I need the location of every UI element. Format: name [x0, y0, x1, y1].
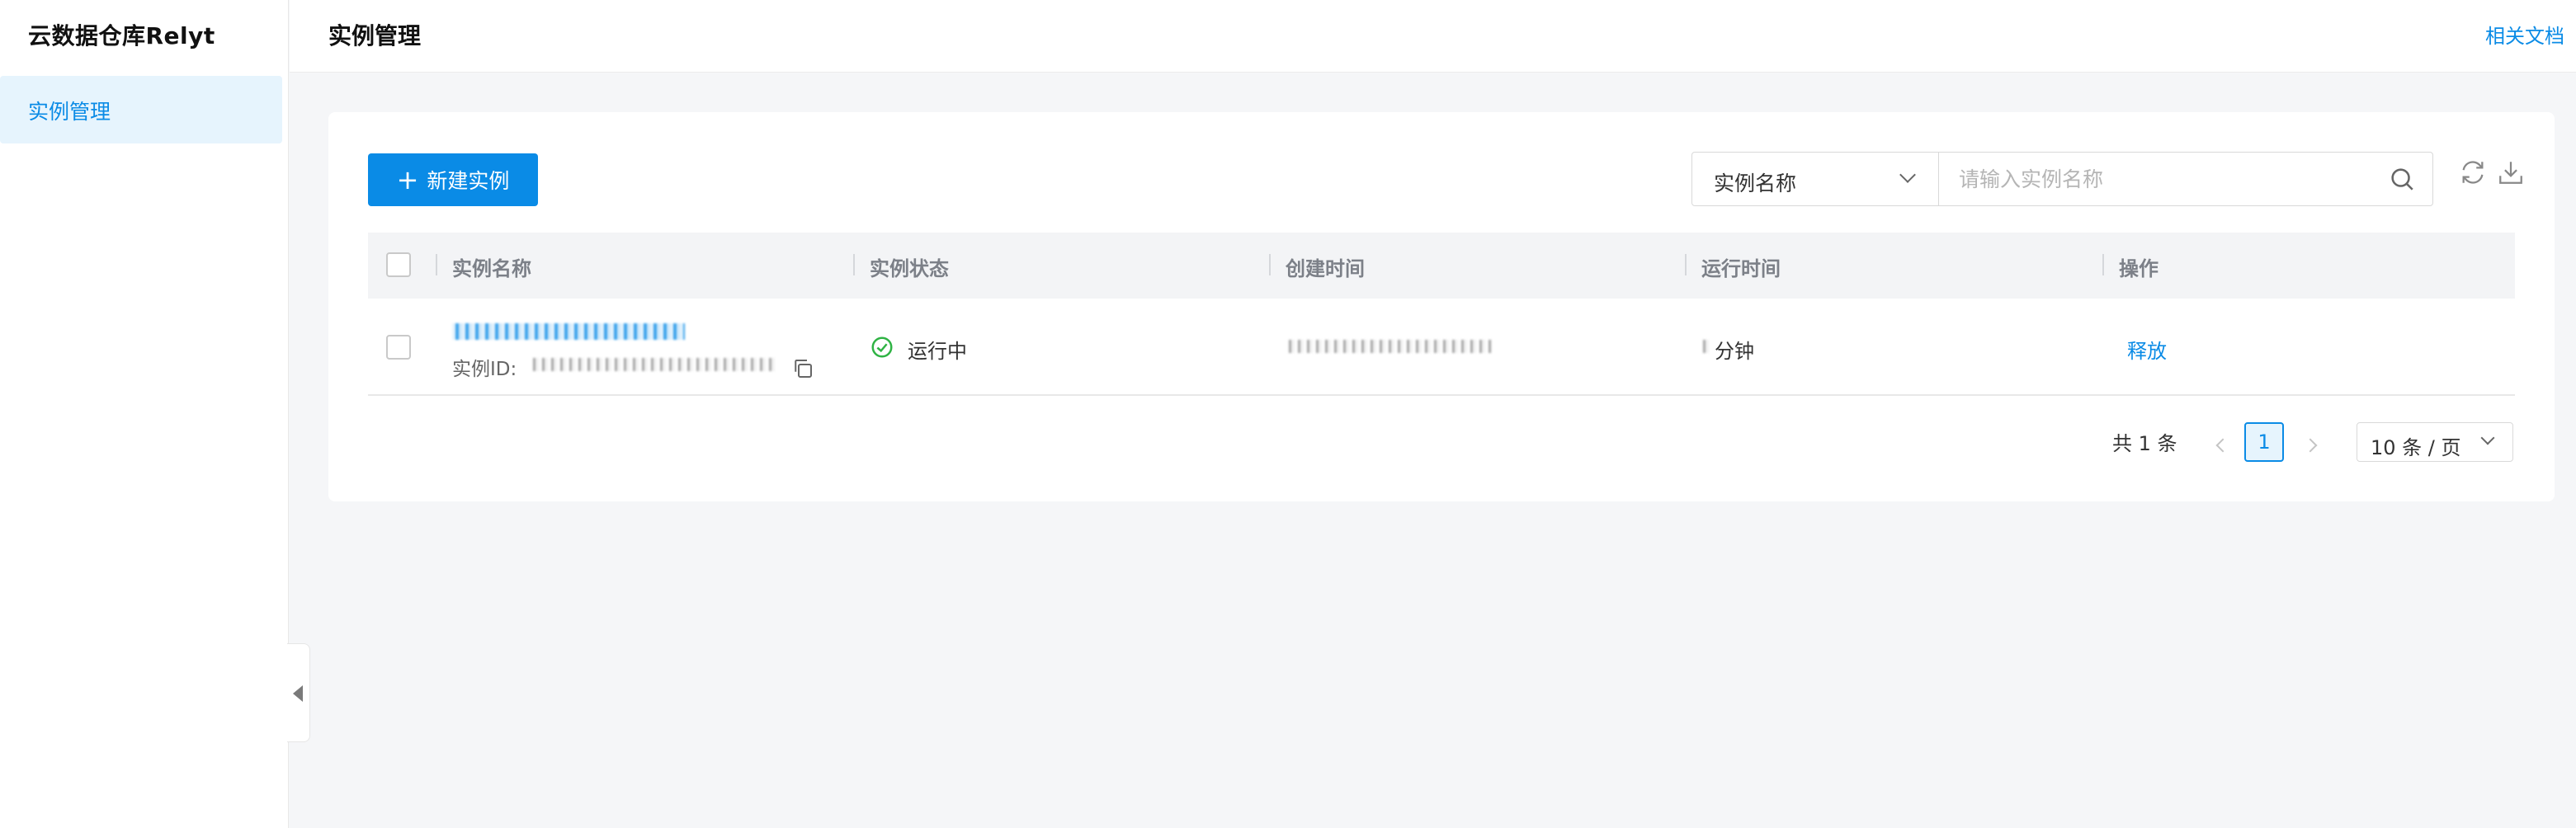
pagination-total: 共 1 条 [2112, 432, 2177, 455]
next-page-icon[interactable] [2303, 438, 2318, 453]
chevron-down-icon [2480, 430, 2495, 445]
instance-id-redacted [530, 358, 777, 371]
copy-icon[interactable] [790, 356, 815, 381]
runtime-unit: 分钟 [1715, 340, 1754, 363]
collapse-sidebar-toggle[interactable] [287, 643, 310, 742]
row-checkbox[interactable] [386, 335, 411, 360]
column-divider [1685, 254, 1687, 275]
page-1-button[interactable]: 1 [2244, 422, 2284, 462]
refresh-icon[interactable] [2459, 158, 2487, 186]
sidebar-item-label: 实例管理 [28, 100, 111, 124]
search-field-value: 实例名称 [1714, 172, 1797, 195]
sidebar-item-instance-management[interactable]: 实例管理 [0, 76, 282, 143]
column-header-instance-name: 实例名称 [452, 257, 531, 280]
instance-list-card: + 新建实例 实例名称 实例名称 实例状态 创建时间 运行时间 操作 实例ID: [328, 112, 2555, 501]
prev-page-icon[interactable] [2215, 438, 2230, 453]
search-icon[interactable] [2388, 165, 2416, 193]
instance-name-link-redacted[interactable] [452, 323, 685, 340]
release-button[interactable]: 释放 [2127, 335, 2167, 364]
chevron-down-icon [1899, 167, 1916, 183]
table-header: 实例名称 实例状态 创建时间 运行时间 操作 [368, 233, 2515, 299]
column-divider [853, 254, 855, 275]
table-row: 实例ID: 运行中 分钟 释放 [368, 299, 2515, 396]
column-header-runtime: 运行时间 [1701, 257, 1781, 280]
docs-link[interactable]: 相关文档 [2485, 20, 2564, 49]
runtime-value-redacted [1700, 340, 1710, 353]
new-instance-label: 新建实例 [427, 169, 510, 193]
status-text: 运行中 [908, 340, 967, 363]
column-divider [436, 254, 437, 275]
new-instance-button[interactable]: + 新建实例 [368, 153, 538, 206]
column-header-created-time: 创建时间 [1286, 257, 1365, 280]
sidebar: 云数据仓库Relyt 实例管理 [0, 0, 289, 828]
search-field-select[interactable]: 实例名称 [1691, 152, 1939, 206]
select-all-checkbox[interactable] [386, 252, 411, 277]
column-header-instance-status: 实例状态 [870, 257, 949, 280]
search-input[interactable] [1938, 152, 2433, 206]
page-size-value: 10 条 / 页 [2371, 436, 2461, 459]
created-time-redacted [1286, 340, 1492, 353]
instance-id-label: 实例ID: [452, 359, 517, 380]
plus-icon: + [396, 164, 419, 195]
check-circle-icon [871, 336, 893, 358]
download-icon[interactable] [2497, 158, 2525, 186]
app-title: 云数据仓库Relyt [28, 22, 215, 49]
column-divider [2102, 254, 2104, 275]
page-header: 实例管理 相关文档 [290, 0, 2576, 73]
column-header-actions: 操作 [2119, 257, 2158, 280]
column-divider [1269, 254, 1271, 275]
page-title: 实例管理 [328, 22, 422, 49]
page-size-select[interactable]: 10 条 / 页 [2357, 422, 2513, 462]
